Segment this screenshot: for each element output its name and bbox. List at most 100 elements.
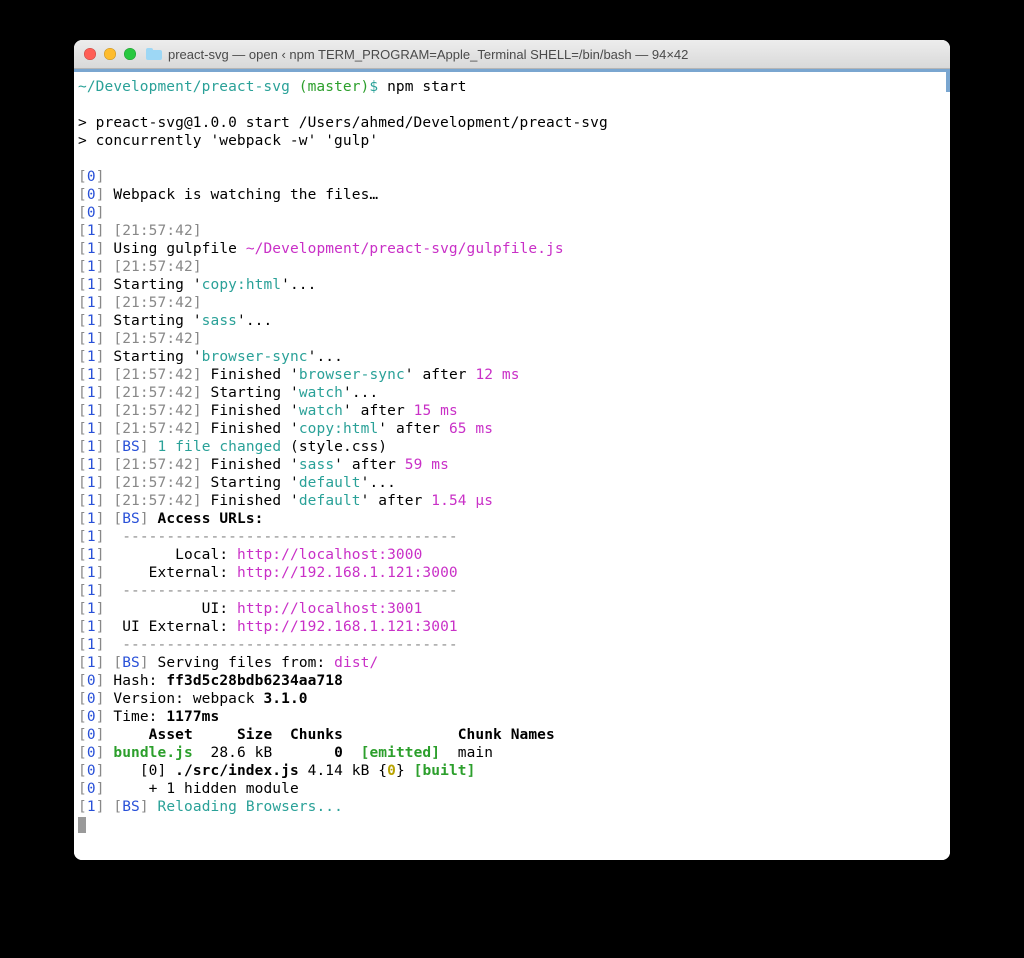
pfx: [ <box>78 475 87 491</box>
sp <box>343 745 361 761</box>
pfx-0: 0 <box>87 691 96 707</box>
pfx: ] <box>96 349 114 365</box>
scrollbar[interactable] <box>946 72 950 92</box>
pfx-0: 0 <box>87 169 96 185</box>
pfx: ] <box>96 799 114 815</box>
pfx: ] <box>96 403 114 419</box>
terminal-window: preact-svg — open ‹ npm TERM_PROGRAM=App… <box>74 40 950 860</box>
timestamp: [21:57:42] <box>113 223 201 239</box>
gulp-starting: Starting ' <box>211 385 299 401</box>
pfx: [ <box>78 781 87 797</box>
pfx: [ <box>78 385 87 401</box>
pfx: [ <box>78 655 87 671</box>
pfx-1: 1 <box>87 655 96 671</box>
pfx: [ <box>78 331 87 347</box>
bs-ui-external-label: UI External: <box>113 619 237 635</box>
pfx: ] <box>96 439 114 455</box>
gulp-dots: '... <box>361 475 396 491</box>
npm-line-1: > preact-svg@1.0.0 start /Users/ahmed/De… <box>78 115 608 131</box>
pfx: [ <box>78 295 87 311</box>
close-icon[interactable] <box>84 48 96 60</box>
window-titlebar[interactable]: preact-svg — open ‹ npm TERM_PROGRAM=App… <box>74 40 950 69</box>
pfx: ] <box>96 421 114 437</box>
gulp-starting: Starting ' <box>211 475 299 491</box>
pfx: ] <box>96 709 114 725</box>
pfx: ] <box>96 187 114 203</box>
pfx-1: 1 <box>87 277 96 293</box>
pfx-0: 0 <box>87 727 96 743</box>
webpack-brace: } <box>396 763 414 779</box>
pfx: ] <box>96 673 114 689</box>
pfx: [ <box>78 583 87 599</box>
bs-label: BS <box>122 655 140 671</box>
pfx: ] <box>96 277 114 293</box>
bs-bracket: ] <box>140 799 158 815</box>
pfx-1: 1 <box>87 223 96 239</box>
timestamp: [21:57:42] <box>113 385 201 401</box>
gulp-task: default <box>299 493 361 509</box>
gulp-finished: Finished ' <box>211 421 299 437</box>
window-title: preact-svg — open ‹ npm TERM_PROGRAM=App… <box>168 47 688 62</box>
pfx-1: 1 <box>87 439 96 455</box>
gulp-task: browser-sync <box>299 367 405 383</box>
webpack-chunk-name: main <box>440 745 493 761</box>
gulp-after: ' after <box>334 457 405 473</box>
pfx: ] <box>96 205 114 221</box>
pfx-0: 0 <box>87 709 96 725</box>
webpack-module-chunk: 0 <box>387 763 396 779</box>
pfx: [ <box>78 421 87 437</box>
pfx: [ <box>78 691 87 707</box>
timestamp: [21:57:42] <box>113 403 201 419</box>
webpack-time-label: Time: <box>113 709 166 725</box>
gulpfile-path: ~/Development/preact-svg/gulpfile.js <box>246 241 564 257</box>
bs-bracket: [ <box>113 799 122 815</box>
bs-bracket: ] <box>140 655 158 671</box>
timestamp: [21:57:42] <box>113 421 201 437</box>
gulp-time: 1.54 μs <box>431 493 493 509</box>
pfx: ] <box>96 655 114 671</box>
zoom-icon[interactable] <box>124 48 136 60</box>
pfx: ] <box>96 295 114 311</box>
webpack-hidden: + 1 hidden module <box>113 781 298 797</box>
timestamp: [21:57:42] <box>113 457 201 473</box>
gulp-finished: Finished ' <box>211 457 299 473</box>
bs-bracket: [ <box>113 511 122 527</box>
pfx: ] <box>96 241 114 257</box>
terminal-content[interactable]: ~/Development/preact-svg (master)$ npm s… <box>74 69 950 860</box>
pfx: ] <box>96 745 114 761</box>
webpack-asset-size: 28.6 kB <box>193 745 334 761</box>
bs-local-label: Local: <box>113 547 237 563</box>
gulp-finished: Finished ' <box>211 403 299 419</box>
pfx: ] <box>96 637 114 653</box>
gulp-task: watch <box>299 403 343 419</box>
minimize-icon[interactable] <box>104 48 116 60</box>
bs-serving: Serving files from: <box>158 655 335 671</box>
timestamp: [21:57:42] <box>113 475 201 491</box>
pfx: [ <box>78 745 87 761</box>
gulp-after: ' after <box>343 403 414 419</box>
pfx: [ <box>78 457 87 473</box>
webpack-version: 3.1.0 <box>263 691 307 707</box>
pfx: [ <box>78 763 87 779</box>
pfx-1: 1 <box>87 457 96 473</box>
pfx-1: 1 <box>87 529 96 545</box>
gulp-time: 59 ms <box>405 457 449 473</box>
pfx: [ <box>78 223 87 239</box>
webpack-time: 1177ms <box>166 709 219 725</box>
bs-file-changed: 1 file changed <box>158 439 282 455</box>
pfx-1: 1 <box>87 403 96 419</box>
pfx: [ <box>78 313 87 329</box>
bs-bracket: [ <box>113 655 122 671</box>
pfx-1: 1 <box>87 385 96 401</box>
pfx: ] <box>96 529 114 545</box>
webpack-built: [built] <box>414 763 476 779</box>
folder-icon <box>146 48 162 60</box>
pfx: [ <box>78 619 87 635</box>
pfx-1: 1 <box>87 637 96 653</box>
pfx: [ <box>78 169 87 185</box>
pfx-0: 0 <box>87 763 96 779</box>
bs-ui-label: UI: <box>113 601 237 617</box>
pfx-1: 1 <box>87 313 96 329</box>
pfx: [ <box>78 277 87 293</box>
gulp-task: copy:html <box>299 421 378 437</box>
